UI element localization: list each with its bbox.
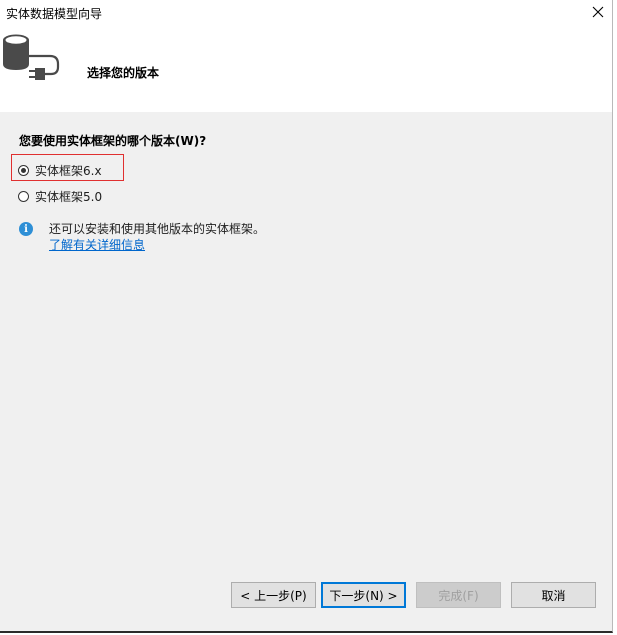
info-icon: i bbox=[19, 222, 33, 236]
previous-button[interactable]: < 上一步(P) bbox=[231, 582, 316, 608]
info-section: i 还可以安装和使用其他版本的实体框架。 了解有关详细信息 bbox=[19, 222, 265, 253]
wizard-window: 实体数据模型向导 选择您的版本 您要使用实体框架的哪个版本(W)? 实体框架6. bbox=[0, 0, 613, 633]
radio-ef6[interactable]: 实体框架6.x bbox=[18, 162, 102, 179]
version-question: 您要使用实体框架的哪个版本(W)? bbox=[19, 134, 207, 148]
radio-ef5[interactable]: 实体框架5.0 bbox=[18, 188, 102, 205]
learn-more-link[interactable]: 了解有关详细信息 bbox=[49, 237, 265, 253]
radio-button-ef6[interactable] bbox=[18, 165, 29, 176]
finish-button: 完成(F) bbox=[416, 582, 501, 608]
radio-selected-dot bbox=[21, 168, 26, 173]
cancel-button[interactable]: 取消 bbox=[511, 582, 596, 608]
wizard-content: 您要使用实体框架的哪个版本(W)? 实体框架6.x 实体框架5.0 i 还可以安… bbox=[0, 112, 612, 631]
radio-label-ef6: 实体框架6.x bbox=[35, 164, 102, 178]
close-icon bbox=[592, 6, 604, 18]
info-text: 还可以安装和使用其他版本的实体框架。 bbox=[49, 222, 266, 236]
title-bar: 实体数据模型向导 bbox=[0, 0, 612, 24]
wizard-header: 选择您的版本 bbox=[0, 24, 612, 112]
database-connection-icon bbox=[3, 34, 60, 80]
radio-button-ef5[interactable] bbox=[18, 191, 29, 202]
page-title: 选择您的版本 bbox=[87, 66, 160, 80]
radio-label-ef5: 实体框架5.0 bbox=[35, 190, 103, 204]
next-button[interactable]: 下一步(N) > bbox=[321, 582, 406, 608]
close-button[interactable] bbox=[584, 0, 612, 24]
window-title: 实体数据模型向导 bbox=[6, 7, 103, 21]
